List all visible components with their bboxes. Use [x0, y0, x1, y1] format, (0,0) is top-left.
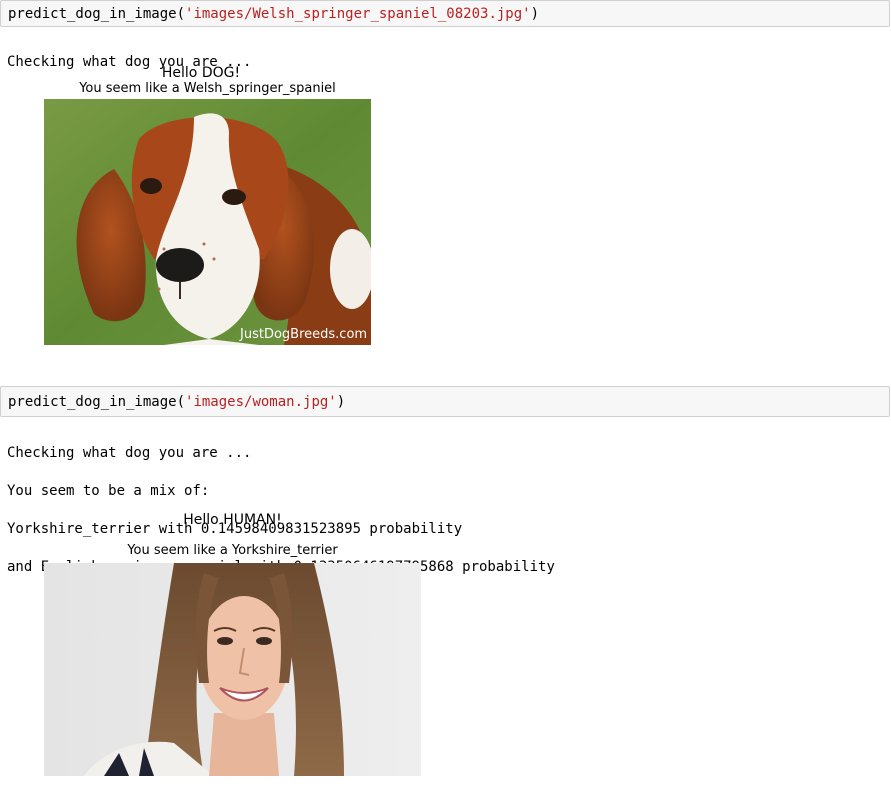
- code-close-paren: ): [530, 6, 540, 22]
- figure-1-title: Hello DOG!: [161, 65, 241, 81]
- code-string-argument: 'images/Welsh_springer_spaniel_08203.jpg…: [185, 6, 531, 22]
- code-function: predict_dog_in_image(: [8, 394, 186, 410]
- woman-image: [44, 563, 421, 776]
- output-line: You seem to be a mix of:: [7, 483, 210, 499]
- code-close-paren: ): [336, 394, 346, 410]
- dog-image: JustDogBreeds.com: [44, 99, 371, 345]
- watermark: JustDogBreeds.com: [239, 327, 367, 342]
- code-string-argument: 'images/woman.jpg': [185, 394, 337, 410]
- code-cell-2[interactable]: predict_dog_in_image('images/woman.jpg'): [0, 386, 890, 417]
- output-line: Checking what dog you are ...: [7, 445, 252, 461]
- code-function: predict_dog_in_image(: [8, 6, 186, 22]
- figure-2-subtitle: You seem like a Yorkshire_terrier: [127, 543, 338, 558]
- figure-1-subtitle: You seem like a Welsh_springer_spaniel: [79, 81, 336, 96]
- code-cell-1[interactable]: predict_dog_in_image('images/Welsh_sprin…: [0, 0, 890, 27]
- figure-2-title: Hello HUMAN!: [183, 512, 282, 528]
